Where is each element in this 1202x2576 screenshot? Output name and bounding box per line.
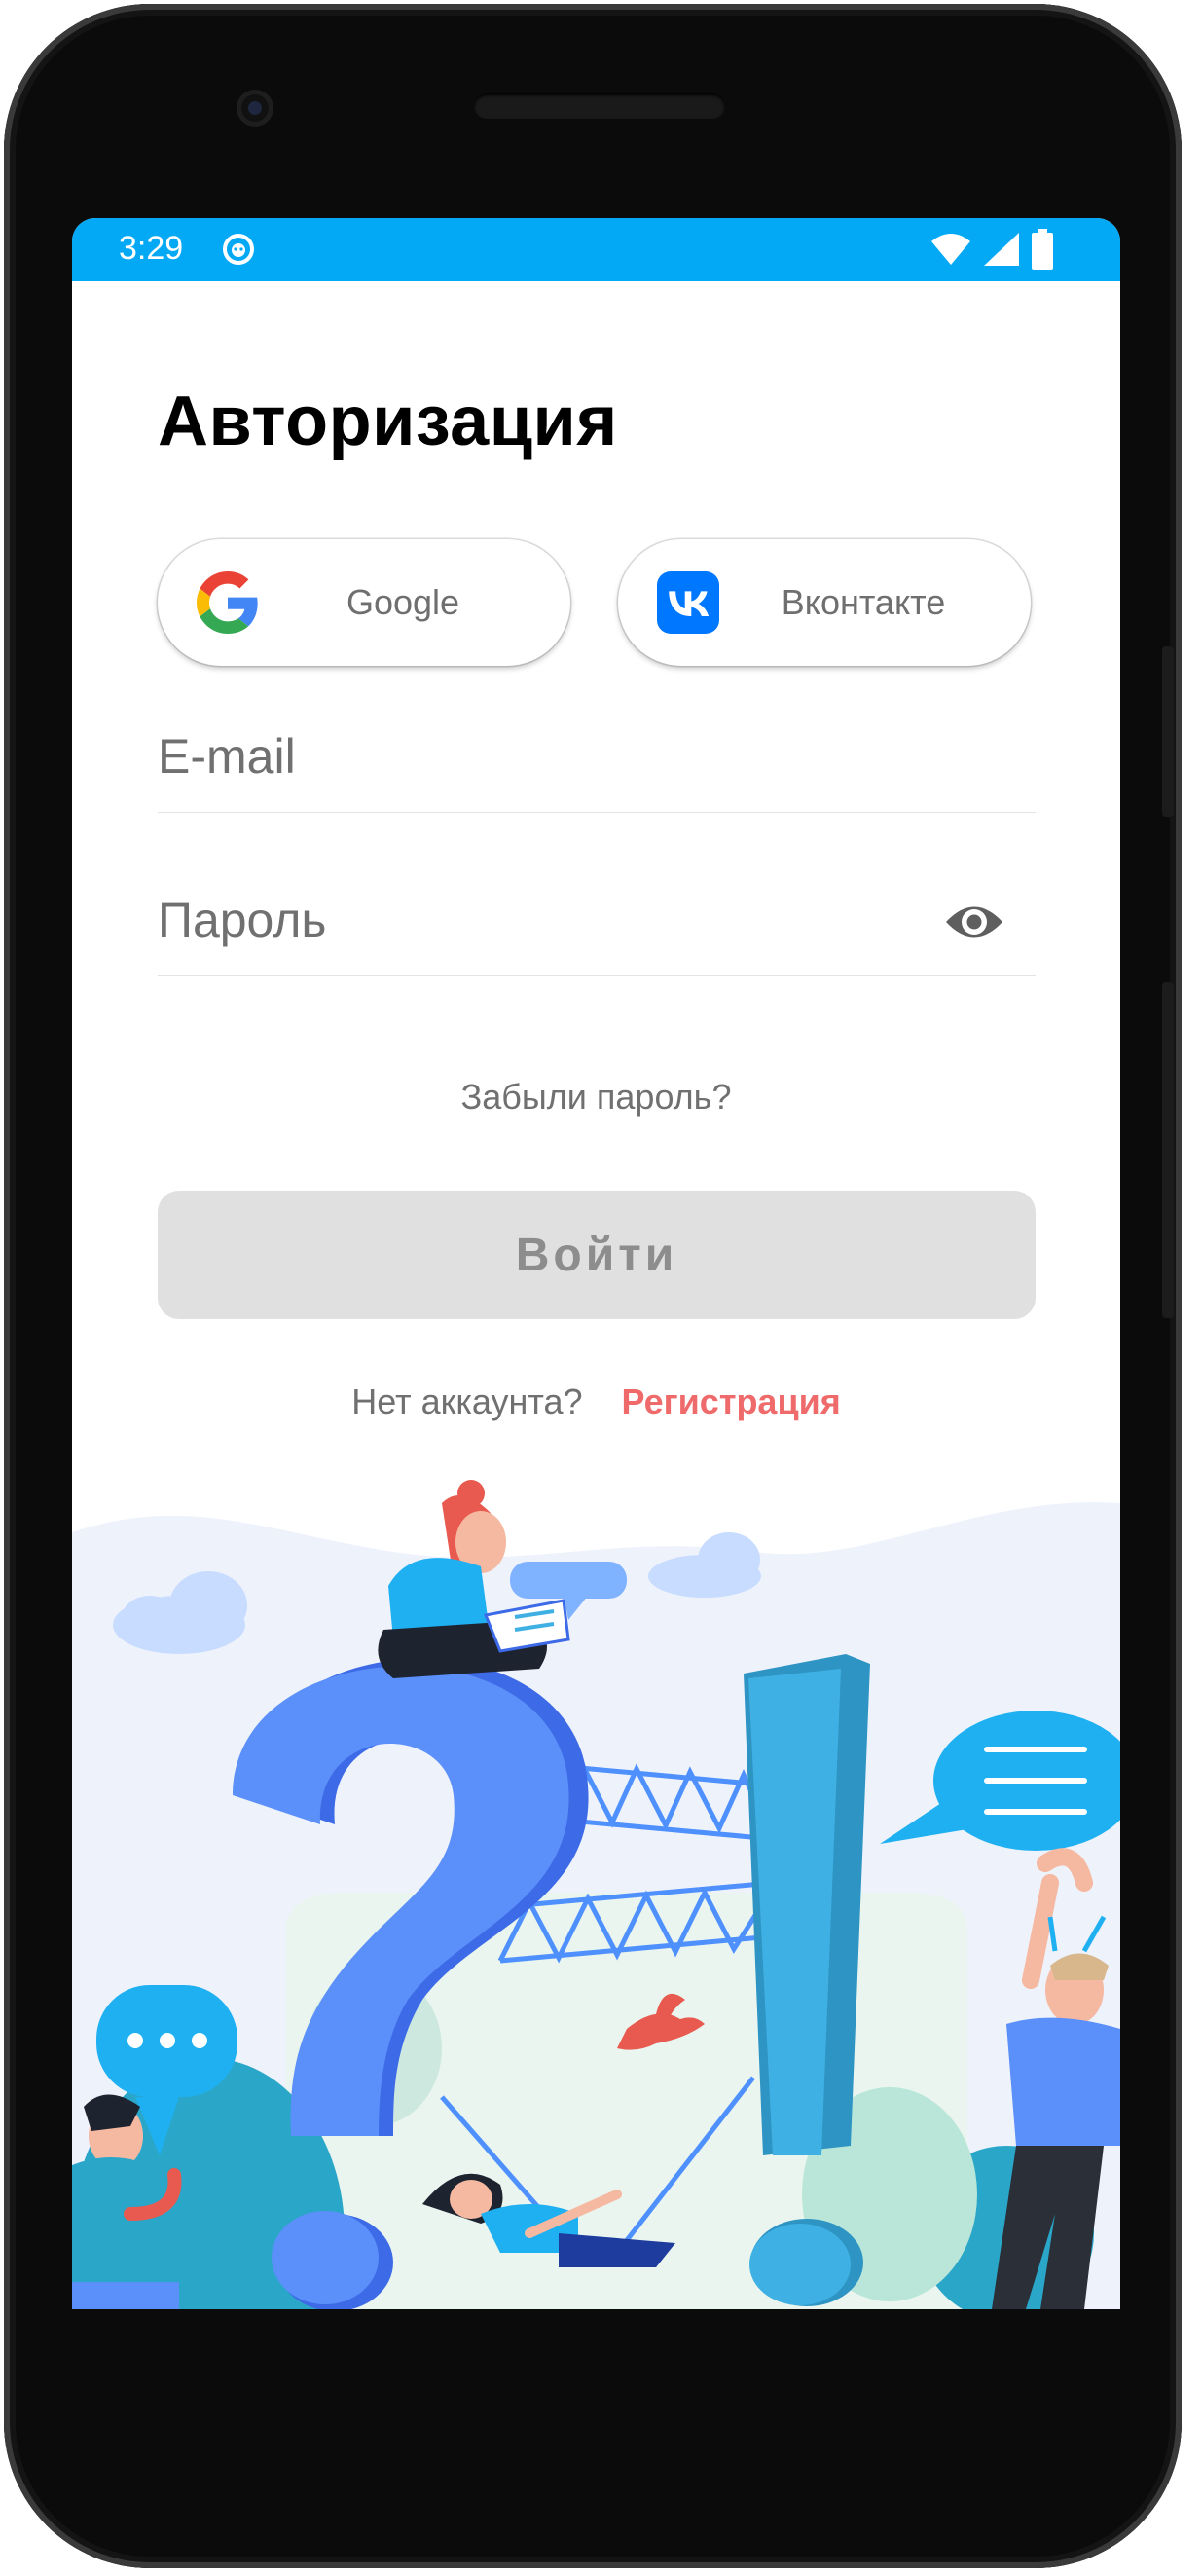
cell-signal-icon [984, 233, 1019, 266]
email-input[interactable] [158, 724, 956, 789]
forgot-password-link[interactable]: Забыли пароль? [72, 1077, 1120, 1118]
status-time: 3:29 [119, 230, 184, 267]
earpiece-speaker [474, 93, 725, 119]
vk-icon [657, 571, 719, 634]
google-icon [197, 571, 258, 634]
front-camera [237, 90, 273, 127]
password-field [158, 868, 1036, 976]
battery-icon [1032, 229, 1053, 270]
cloud-icon [648, 1532, 761, 1598]
vk-label: Вконтакте [781, 582, 946, 622]
vk-login-button[interactable]: Вконтакте [618, 539, 1031, 666]
question-illustration [72, 1480, 1120, 2309]
login-button[interactable]: Войти [158, 1191, 1036, 1319]
google-label: Google [346, 582, 460, 622]
page-title: Авторизация [158, 383, 618, 460]
google-login-button[interactable]: Google [158, 539, 570, 666]
status-bar: 3:29 [72, 218, 1120, 281]
power-button [1162, 982, 1174, 1318]
eye-icon[interactable] [944, 898, 1004, 946]
wifi-icon [931, 234, 970, 265]
phone-frame: 3:29 Авторизация Google Вконтакте E-mail… [4, 4, 1182, 2568]
password-input[interactable] [158, 888, 956, 952]
email-field [158, 705, 1036, 813]
face-notification-icon [223, 234, 254, 265]
volume-button [1162, 646, 1174, 817]
register-link[interactable]: Регистрация [622, 1381, 841, 1421]
app-screen: 3:29 Авторизация Google Вконтакте E-mail… [72, 218, 1120, 2309]
register-row: Нет аккаунта? Регистрация [72, 1381, 1120, 1422]
no-account-label: Нет аккаунта? [351, 1381, 583, 1421]
